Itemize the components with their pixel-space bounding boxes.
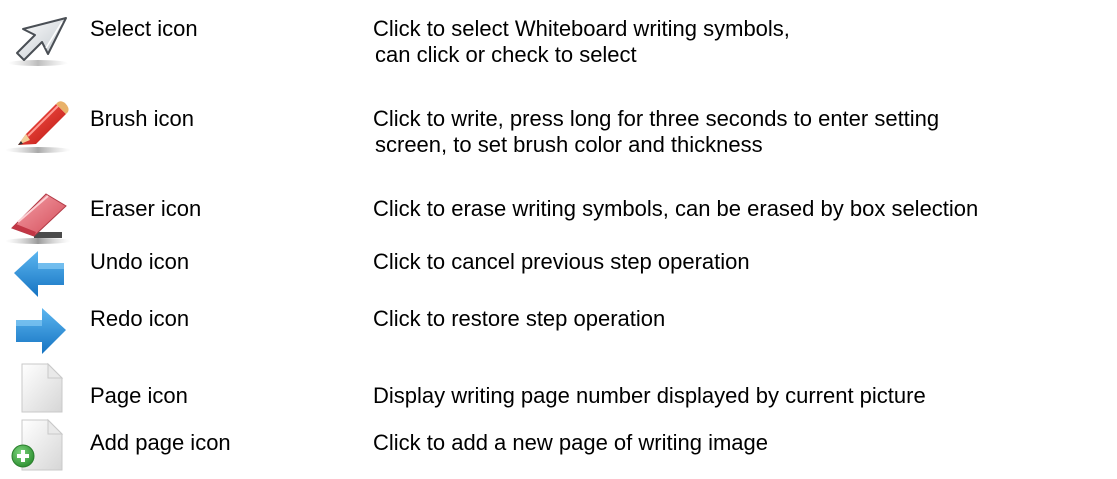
undo-icon-description: Click to cancel previous step operation [373,249,750,275]
description-line: can click or check to select [375,42,637,67]
eraser-icon [4,190,74,246]
brush-icon-label: Brush icon [90,106,194,131]
description-line: Display writing page number displayed by… [373,383,926,408]
description-line: screen, to set brush color and thickness [375,132,763,157]
brush-icon [4,100,74,156]
select-icon [4,14,74,70]
undo-icon-label: Undo icon [90,249,190,274]
undo-icon [4,247,74,303]
description-line: Click to select Whiteboard writing symbo… [373,16,790,41]
description-line: Click to write, press long for three sec… [373,106,940,131]
brush-icon-description: Click to write, press long for three sec… [373,106,939,158]
redo-icon-description: Click to restore step operation [373,306,665,332]
page-icon-label: Page icon [90,383,188,408]
eraser-icon-label: Eraser icon [90,196,202,221]
page-icon-description: Display writing page number displayed by… [373,383,926,409]
description-line: Click to add a new page of writing image [373,430,768,455]
description-line: Click to cancel previous step operation [373,249,750,274]
description-line: Click to restore step operation [373,306,666,331]
select-icon-description: Click to select Whiteboard writing symbo… [373,16,790,68]
redo-icon-label: Redo icon [90,306,190,331]
add-page-icon [4,416,74,472]
eraser-icon-description: Click to erase writing symbols, can be e… [373,196,978,222]
description-line: Click to erase writing symbols, can be e… [373,196,979,221]
page-icon [4,360,74,416]
add-page-icon-label: Add page icon [90,430,231,455]
add-page-icon-description: Click to add a new page of writing image [373,430,768,456]
select-icon-label: Select icon [90,16,198,41]
redo-icon [4,302,74,358]
